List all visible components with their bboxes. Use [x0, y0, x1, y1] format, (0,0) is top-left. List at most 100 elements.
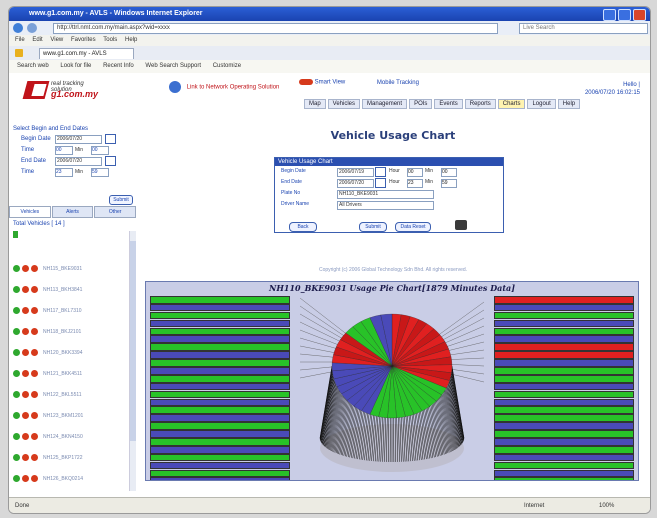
form-header: Vehicle Usage Chart	[275, 158, 503, 166]
nav-reports[interactable]: Reports	[464, 99, 496, 109]
nav-map[interactable]: Map	[304, 99, 326, 109]
form-begin-calendar-icon[interactable]	[375, 167, 386, 177]
legend-entry-left-21	[150, 461, 290, 470]
list-item[interactable]: NH124_BKN4150	[13, 426, 125, 447]
link-recent-info[interactable]: Recent Info	[103, 63, 134, 69]
favorites-star-icon[interactable]	[15, 49, 23, 57]
plate-select[interactable]: NH110_BKE9031	[337, 190, 434, 199]
begin-calendar-icon[interactable]	[105, 134, 116, 144]
legend-entry-left-2	[150, 311, 290, 320]
form-end-hour[interactable]: 23	[407, 179, 423, 188]
camera-icon[interactable]	[455, 220, 467, 230]
sidebar: Select Begin and End Dates Begin Date 20…	[9, 123, 137, 495]
nav-logout[interactable]: Logout	[527, 99, 556, 109]
menu-tools[interactable]: Tools	[103, 37, 117, 43]
link-search-web[interactable]: Search web	[17, 63, 49, 69]
zoom-level[interactable]: 100%	[599, 498, 614, 513]
submit-button[interactable]: Submit	[359, 222, 387, 232]
data-reset-button[interactable]: Data Reset	[395, 222, 431, 232]
link-look-for-file[interactable]: Look for file	[60, 63, 91, 69]
legend-entry-left-0	[150, 296, 290, 304]
end-calendar-icon[interactable]	[105, 156, 116, 166]
nav-management[interactable]: Management	[362, 99, 408, 109]
form-end-calendar-icon[interactable]	[375, 178, 386, 188]
tab-vehicles[interactable]: Vehicles	[9, 206, 51, 218]
back-button[interactable]: Back	[289, 222, 317, 232]
pie-slices	[331, 313, 453, 419]
nav-help[interactable]: Help	[557, 99, 581, 109]
legend-entry-left-16	[150, 422, 290, 430]
person-icon	[13, 231, 18, 238]
form-end-min[interactable]: 59	[441, 179, 457, 188]
status-green-icon	[13, 265, 20, 272]
sidebar-tabs: Vehicles Alerts Other	[9, 206, 137, 218]
legend-entry-right-4	[494, 327, 634, 336]
tab-alerts[interactable]: Alerts	[51, 206, 94, 218]
smart-view-link[interactable]: Smart View Mobile Tracking	[299, 79, 419, 86]
nav-vehicles[interactable]: Vehicles	[327, 99, 361, 109]
form-begin-hour[interactable]: 00	[407, 168, 423, 177]
menu-view[interactable]: View	[50, 37, 63, 43]
search-input[interactable]: Live Search	[519, 23, 648, 34]
forward-icon[interactable]	[27, 23, 37, 33]
form-end-date[interactable]: 2006/07/20	[337, 179, 374, 188]
address-input[interactable]: http://ttrl.nmt.com.my/main.aspx?wid=xxx…	[53, 23, 498, 34]
status-bar: Done Internet 100%	[9, 497, 650, 513]
total-vehicles: Total Vehicles [ 14 ]	[13, 221, 65, 227]
menu-edit[interactable]: Edit	[32, 37, 42, 43]
nav-charts[interactable]: Charts	[497, 99, 526, 109]
close-button[interactable]	[633, 9, 646, 21]
begin-hour-select[interactable]: 00	[55, 146, 73, 155]
end-date-input[interactable]: 2006/07/20	[55, 157, 102, 166]
list-item[interactable]: NH122_BKL5511	[13, 384, 125, 405]
list-item[interactable]: NH123_BKM1201	[13, 405, 125, 426]
end-hour-select[interactable]: 23	[55, 168, 73, 177]
tab-other[interactable]: Other	[94, 206, 137, 218]
list-item[interactable]: NH113_BKH3841	[13, 279, 125, 300]
browser-tab[interactable]: www.g1.com.my - AVLS	[39, 48, 134, 59]
copyright-text: Copyright (c) 2006 Global Technology Sdn…	[318, 267, 468, 273]
site-logo[interactable]: real tracking solution g1.com.my	[22, 79, 105, 103]
list-item[interactable]: NH117_BKL7310	[13, 300, 125, 321]
vehicle-tree	[13, 231, 131, 247]
sidebar-scrollbar[interactable]	[129, 231, 136, 491]
menu-file[interactable]: File	[15, 37, 25, 43]
begin-date-input[interactable]: 2006/07/20	[55, 135, 102, 144]
network-link[interactable]: Link to Network Operating Solution	[169, 81, 279, 93]
list-item[interactable]: NH121_BKK4511	[13, 363, 125, 384]
form-begin-date[interactable]: 2006/07/19	[337, 168, 374, 177]
pie-side-line	[320, 372, 333, 442]
sidebar-submit-button[interactable]: Submit	[109, 195, 133, 205]
driver-select[interactable]: All Drivers	[337, 201, 434, 210]
list-item[interactable]: NH118_BKJ2101	[13, 321, 125, 342]
nav-pois[interactable]: POIs	[409, 99, 433, 109]
link-customize[interactable]: Customize	[213, 63, 241, 69]
list-item[interactable]: NH120_BKK3394	[13, 342, 125, 363]
window-controls	[603, 9, 646, 21]
list-item[interactable]: NH115_BKE9031	[13, 258, 125, 279]
legend-entry-right-19	[494, 445, 634, 454]
legend-entry-right-5	[494, 335, 634, 344]
mobile-tracking-link[interactable]: Mobile Tracking	[377, 80, 419, 86]
list-item[interactable]: NH125_BKP1722	[13, 447, 125, 468]
link-web-search[interactable]: Web Search Support	[145, 63, 201, 69]
form-begin-min[interactable]: 00	[441, 168, 457, 177]
legend-entry-left-20	[150, 453, 290, 462]
minimize-button[interactable]	[603, 9, 616, 21]
nav-events[interactable]: Events	[434, 99, 463, 109]
back-icon[interactable]	[13, 23, 23, 33]
legend-entry-left-12	[150, 390, 290, 399]
list-item[interactable]: NH126_BKQ0214	[13, 468, 125, 489]
legend-entry-left-23	[150, 477, 290, 480]
menu-favorites[interactable]: Favorites	[71, 37, 96, 43]
legend-entry-left-4	[150, 327, 290, 336]
end-min-select[interactable]: 59	[91, 168, 109, 177]
vehicle-list: NH115_BKE9031 NH113_BKH3841 NH117_BKL731…	[13, 258, 125, 489]
maximize-button[interactable]	[618, 9, 631, 21]
tree-root[interactable]	[13, 231, 131, 239]
car-icon	[299, 79, 313, 85]
begin-min-select[interactable]: 00	[91, 146, 109, 155]
menu-help[interactable]: Help	[125, 37, 137, 43]
legend-entry-left-15	[150, 414, 290, 422]
legend-entry-right-3	[494, 319, 634, 328]
